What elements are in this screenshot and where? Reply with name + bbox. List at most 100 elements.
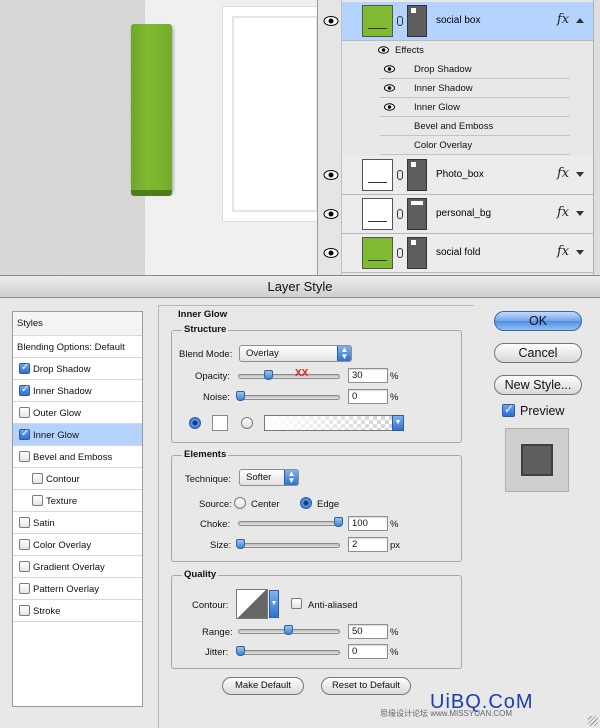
- drop-shadow-checkbox[interactable]: [19, 362, 30, 374]
- fx-icon[interactable]: fx: [557, 205, 569, 220]
- noise-input[interactable]: 0: [348, 389, 388, 404]
- preview-checkbox[interactable]: [502, 402, 515, 417]
- social-fold-shape: [131, 24, 172, 196]
- eye-icon[interactable]: [384, 103, 395, 111]
- color-overlay-checkbox[interactable]: [19, 539, 30, 550]
- opacity-slider[interactable]: [238, 374, 340, 379]
- style-item-inner-glow[interactable]: Inner Glow: [13, 424, 142, 446]
- styles-header[interactable]: Styles: [13, 312, 142, 336]
- expand-arrow-icon[interactable]: [576, 211, 584, 216]
- outer-glow-checkbox[interactable]: [19, 407, 30, 418]
- inner-glow-checkbox[interactable]: [19, 428, 30, 440]
- contour-picker[interactable]: ▼: [236, 589, 279, 619]
- range-slider-thumb[interactable]: [284, 625, 293, 635]
- style-item-stroke[interactable]: Stroke: [13, 600, 142, 622]
- noise-slider[interactable]: [238, 395, 340, 400]
- choke-input[interactable]: 100: [348, 516, 388, 531]
- eye-icon[interactable]: [323, 208, 339, 220]
- new-style-button[interactable]: New Style...: [494, 375, 582, 395]
- expand-arrow-icon[interactable]: [576, 172, 584, 177]
- cancel-button[interactable]: Cancel: [494, 343, 582, 363]
- jitter-slider-thumb[interactable]: [236, 646, 245, 656]
- style-item-gradient-overlay[interactable]: Gradient Overlay: [13, 556, 142, 578]
- pattern-overlay-checkbox[interactable]: [19, 583, 30, 594]
- layer-row-social-fold[interactable]: social fold fx: [323, 234, 594, 273]
- source-edge-radio[interactable]: [300, 497, 312, 509]
- eye-icon[interactable]: [384, 84, 395, 92]
- effect-drop-shadow[interactable]: Drop Shadow: [380, 60, 570, 79]
- jitter-unit: %: [390, 647, 399, 658]
- effect-inner-glow[interactable]: Inner Glow: [380, 98, 570, 117]
- eye-icon[interactable]: [323, 247, 339, 259]
- layer-row-personal-bg[interactable]: personal_bg fx: [323, 195, 594, 234]
- style-item-bevel-emboss[interactable]: Bevel and Emboss: [13, 446, 142, 468]
- fx-icon[interactable]: fx: [557, 12, 569, 27]
- link-icon[interactable]: [397, 16, 403, 26]
- style-item-color-overlay[interactable]: Color Overlay: [13, 534, 142, 556]
- style-item-outer-glow[interactable]: Outer Glow: [13, 402, 142, 424]
- effects-label: Effects: [395, 45, 424, 56]
- fx-icon[interactable]: fx: [557, 244, 569, 259]
- range-input[interactable]: 50: [348, 624, 388, 639]
- technique-select[interactable]: Softer ▲ ▼: [239, 469, 299, 486]
- anti-aliased-checkbox[interactable]: [291, 598, 302, 609]
- style-item-contour[interactable]: Contour: [13, 468, 142, 490]
- make-default-button[interactable]: Make Default: [222, 677, 304, 695]
- visibility-column: [318, 0, 342, 275]
- solid-color-radio[interactable]: [189, 417, 201, 429]
- blending-options-item[interactable]: Blending Options: Default: [13, 336, 142, 358]
- eye-icon[interactable]: [323, 15, 339, 27]
- choke-slider-thumb[interactable]: [334, 517, 343, 527]
- styles-header-label: Styles: [17, 318, 43, 329]
- style-item-pattern-overlay[interactable]: Pattern Overlay: [13, 578, 142, 600]
- opacity-slider-thumb[interactable]: [264, 370, 273, 380]
- contour-checkbox[interactable]: [32, 473, 43, 484]
- satin-checkbox[interactable]: [19, 517, 30, 528]
- style-item-satin[interactable]: Satin: [13, 512, 142, 534]
- eye-icon[interactable]: [378, 46, 389, 54]
- reset-default-button[interactable]: Reset to Default: [321, 677, 411, 695]
- effect-bevel-emboss[interactable]: Bevel and Emboss: [380, 117, 570, 136]
- style-item-inner-shadow[interactable]: Inner Shadow: [13, 380, 142, 402]
- link-icon[interactable]: [397, 170, 403, 180]
- jitter-slider[interactable]: [238, 650, 340, 655]
- expand-arrow-icon[interactable]: [576, 250, 584, 255]
- source-center-radio[interactable]: [234, 497, 246, 509]
- noise-label: Noise:: [203, 392, 230, 403]
- noise-slider-thumb[interactable]: [236, 391, 245, 401]
- opacity-input[interactable]: 30: [348, 368, 388, 383]
- size-slider[interactable]: [238, 543, 340, 548]
- resize-grip-icon[interactable]: [588, 716, 598, 726]
- technique-value: Softer: [246, 472, 272, 483]
- effect-inner-shadow[interactable]: Inner Shadow: [380, 79, 570, 98]
- bevel-emboss-checkbox[interactable]: [19, 451, 30, 462]
- link-icon[interactable]: [397, 248, 403, 258]
- gradient-radio[interactable]: [241, 417, 253, 429]
- fx-icon[interactable]: fx: [557, 166, 569, 181]
- ok-button[interactable]: OK: [494, 311, 582, 331]
- size-slider-thumb[interactable]: [236, 539, 245, 549]
- collapse-arrow-icon[interactable]: [576, 18, 584, 23]
- blend-mode-value: Overlay: [246, 348, 279, 359]
- inner-shadow-checkbox[interactable]: [19, 384, 30, 396]
- eye-icon[interactable]: [323, 169, 339, 181]
- link-icon[interactable]: [397, 209, 403, 219]
- style-item-drop-shadow[interactable]: Drop Shadow: [13, 358, 142, 380]
- effect-color-overlay[interactable]: Color Overlay: [380, 136, 570, 155]
- glow-color-swatch[interactable]: [212, 415, 228, 431]
- size-input[interactable]: 2: [348, 537, 388, 552]
- stroke-checkbox[interactable]: [19, 605, 30, 616]
- layer-row-social-box[interactable]: social box fx: [323, 2, 594, 41]
- jitter-input[interactable]: 0: [348, 644, 388, 659]
- layers-scrollbar[interactable]: [593, 0, 600, 275]
- gradient-overlay-checkbox[interactable]: [19, 561, 30, 572]
- technique-label: Technique:: [185, 474, 231, 485]
- texture-checkbox[interactable]: [32, 495, 43, 506]
- eye-icon[interactable]: [384, 65, 395, 73]
- style-item-texture[interactable]: Texture: [13, 490, 142, 512]
- elements-title: Elements: [182, 449, 229, 460]
- layer-row-photo-box[interactable]: Photo_box fx: [323, 156, 594, 195]
- blend-mode-select[interactable]: Overlay ▲ ▼: [239, 345, 352, 362]
- glow-gradient-picker[interactable]: ▼: [264, 415, 404, 431]
- choke-slider[interactable]: [238, 521, 340, 526]
